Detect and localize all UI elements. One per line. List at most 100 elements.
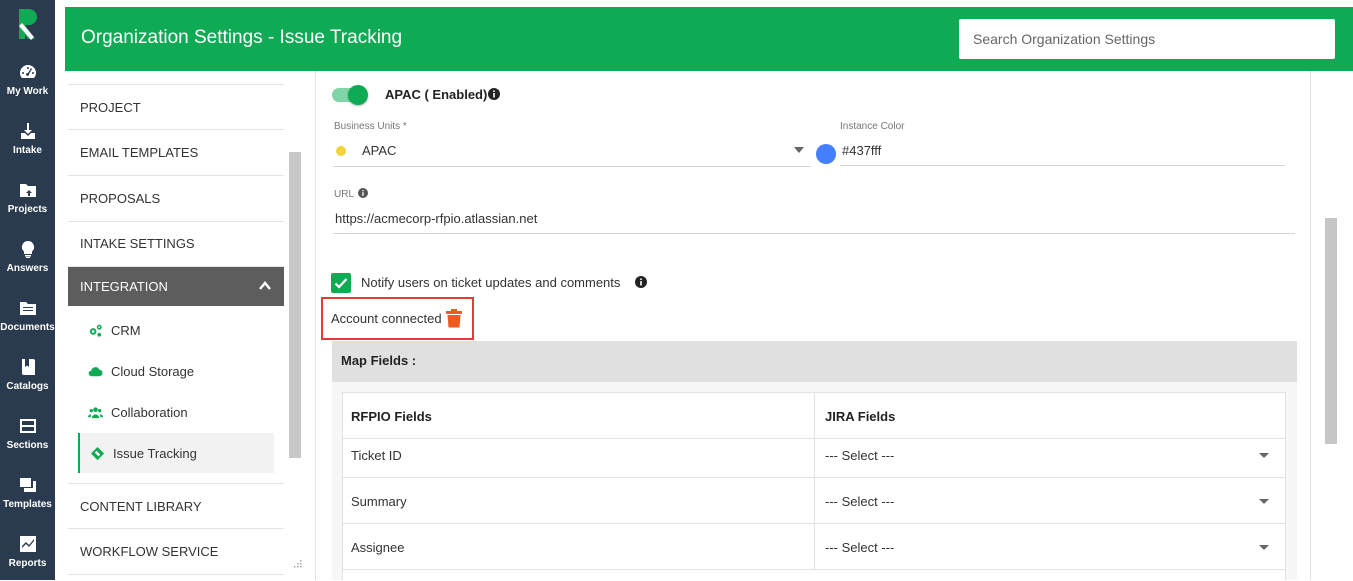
rail-item-sections[interactable]: Sections	[0, 404, 55, 463]
notify-checkbox[interactable]	[331, 273, 351, 293]
select-value: --- Select ---	[825, 493, 895, 509]
info-icon[interactable]	[488, 88, 500, 100]
rail-label: Sections	[6, 440, 49, 451]
gears-icon	[89, 324, 102, 337]
nav-label: WORKFLOW SERVICE	[80, 544, 219, 559]
resize-grip-icon[interactable]	[292, 558, 302, 568]
logo-icon	[18, 9, 37, 40]
app-logo[interactable]	[0, 0, 55, 50]
map-fields-header	[332, 341, 1297, 382]
jira-field-select[interactable]: --- Select ---	[815, 524, 1285, 570]
dashboard-icon	[19, 65, 36, 78]
field-mapping-table: RFPIO Fields JIRA Fields Ticket ID --- S…	[342, 392, 1286, 580]
notify-label: Notify users on ticket updates and comme…	[361, 275, 621, 290]
jira-field-select[interactable]: --- Select ---	[815, 432, 1285, 478]
sub-item-label: Collaboration	[111, 404, 188, 420]
lightbulb-icon	[21, 240, 34, 258]
table-row: Summary --- Select ---	[343, 478, 1285, 524]
settings-nav: PROJECT EMAIL TEMPLATES PROPOSALS INTAKE…	[68, 84, 284, 580]
select-value: --- Select ---	[825, 539, 895, 555]
nav-scrollbar[interactable]	[289, 152, 301, 458]
rfpio-field: Summary	[343, 478, 815, 524]
ticket-icon	[90, 446, 105, 460]
nav-label: INTEGRATION	[80, 279, 168, 294]
field-underline	[333, 166, 811, 167]
info-icon[interactable]	[635, 276, 647, 288]
instance-title: APAC ( Enabled)	[385, 87, 488, 102]
users-icon	[88, 406, 103, 418]
rfpio-field: Assignee	[343, 524, 815, 570]
sub-item-cloud-storage[interactable]: Cloud Storage	[78, 351, 274, 391]
info-icon[interactable]	[358, 188, 368, 198]
sub-item-label: Issue Tracking	[113, 445, 197, 461]
rail-item-templates[interactable]: Templates	[0, 463, 55, 522]
dropdown-caret-icon	[1259, 499, 1269, 504]
url-input[interactable]: https://acmecorp-rfpio.atlassian.net	[335, 211, 537, 226]
app-rail: My Work Intake Projects Answers Document…	[0, 0, 55, 580]
rail-item-documents[interactable]: Documents	[0, 286, 55, 345]
page-title: Organization Settings - Issue Tracking	[81, 27, 403, 48]
rail-label: Documents	[0, 322, 55, 333]
nav-item-workflow-service[interactable]: WORKFLOW SERVICE	[68, 529, 284, 575]
rail-item-intake[interactable]: Intake	[0, 109, 55, 168]
field-underline	[840, 165, 1285, 166]
sub-item-crm[interactable]: CRM	[78, 310, 274, 350]
rail-label: Templates	[3, 499, 52, 510]
url-label: URL	[334, 189, 355, 200]
templates-icon	[19, 478, 36, 492]
nav-label: INTAKE SETTINGS	[80, 236, 195, 251]
rail-item-answers[interactable]: Answers	[0, 227, 55, 286]
dropdown-caret-icon	[1259, 453, 1269, 458]
nav-label: PROJECT	[80, 99, 141, 115]
sub-item-collaboration[interactable]: Collaboration	[78, 392, 274, 432]
nav-item-integration[interactable]: INTEGRATION	[68, 267, 284, 306]
nav-item-content-library[interactable]: CONTENT LIBRARY	[68, 483, 284, 529]
chevron-up-icon[interactable]	[258, 279, 272, 293]
instance-enabled-toggle[interactable]	[332, 85, 368, 105]
catalogs-icon	[21, 359, 35, 375]
rail-item-projects[interactable]: Projects	[0, 168, 55, 227]
business-units-label: Business Units *	[334, 121, 407, 132]
cloud-icon	[88, 366, 103, 376]
documents-icon	[19, 302, 36, 315]
nav-item-email-templates[interactable]: EMAIL TEMPLATES	[68, 130, 284, 176]
instance-color-input[interactable]: #437fff	[842, 143, 881, 158]
table-row: Ticket ID --- Select ---	[343, 432, 1285, 478]
rail-label: Answers	[6, 263, 49, 274]
dropdown-caret-icon	[1259, 545, 1269, 550]
panel-divider	[315, 71, 316, 580]
nav-item-project[interactable]: PROJECT	[68, 84, 284, 130]
rfpio-field: Ticket ID	[343, 432, 815, 478]
checkmark-icon	[334, 278, 348, 289]
rail-label: Catalogs	[6, 381, 49, 392]
panel-divider	[1310, 71, 1311, 580]
rail-label: Intake	[13, 145, 42, 156]
toggle-knob	[348, 85, 368, 105]
nav-item-proposals[interactable]: PROPOSALS	[68, 176, 284, 222]
nav-item-intake-settings[interactable]: INTAKE SETTINGS	[68, 221, 284, 267]
jira-field-select[interactable]: --- Select ---	[815, 478, 1285, 524]
sections-icon	[19, 419, 36, 433]
table-row: Assignee --- Select ---	[343, 524, 1285, 570]
sub-item-label: Cloud Storage	[111, 363, 195, 379]
rail-item-catalogs[interactable]: Catalogs	[0, 345, 55, 404]
rail-item-my-work[interactable]: My Work	[0, 50, 55, 109]
rail-item-reports[interactable]: Reports	[0, 522, 55, 581]
field-underline	[333, 233, 1295, 234]
reports-icon	[19, 536, 36, 552]
intake-icon	[20, 123, 35, 139]
dropdown-caret-icon[interactable]	[794, 147, 804, 153]
trash-icon[interactable]	[446, 309, 462, 328]
rail-label: Projects	[7, 204, 48, 215]
instance-color-label: Instance Color	[840, 121, 905, 132]
nav-label: EMAIL TEMPLATES	[80, 145, 199, 160]
nav-label: CONTENT LIBRARY	[80, 498, 202, 514]
account-status: Account connected	[331, 311, 442, 326]
search-input[interactable]	[959, 19, 1335, 59]
main-scrollbar[interactable]	[1325, 218, 1337, 444]
color-swatch[interactable]	[816, 144, 836, 164]
select-value: --- Select ---	[825, 447, 895, 463]
sub-item-issue-tracking[interactable]: Issue Tracking	[78, 433, 274, 473]
business-units-select[interactable]: APAC	[362, 143, 396, 158]
sub-item-label: CRM	[111, 322, 141, 338]
